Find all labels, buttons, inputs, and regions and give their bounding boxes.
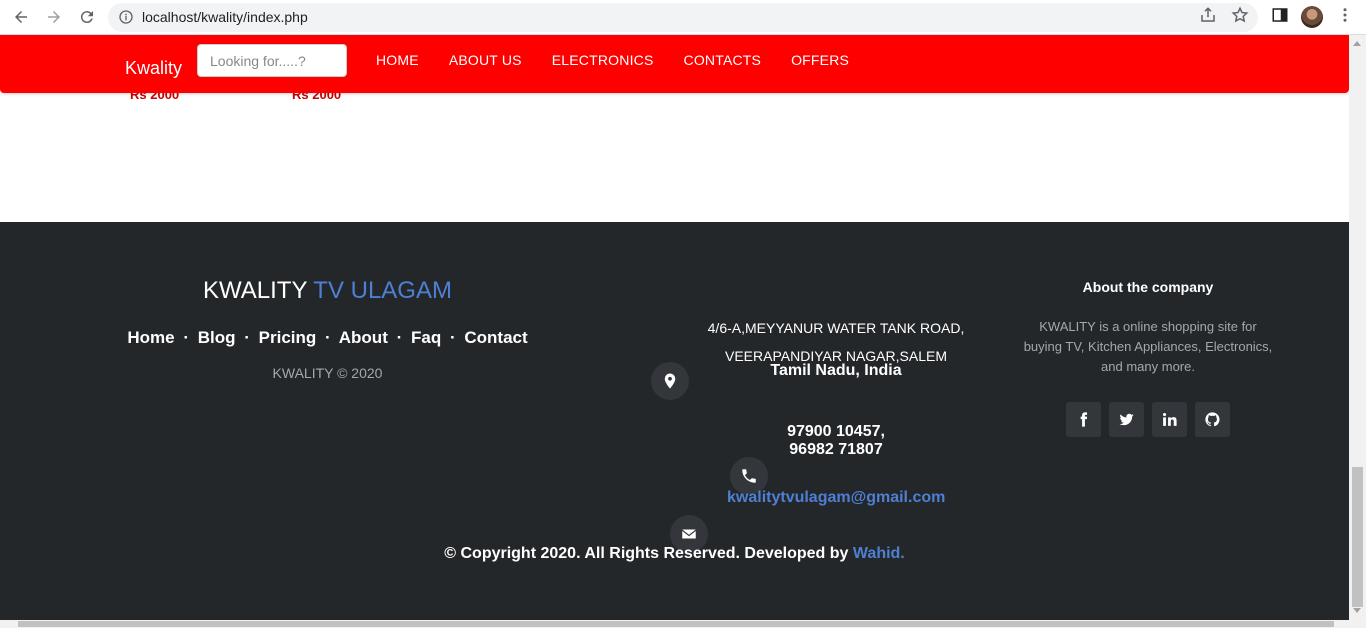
menu-kebab-icon[interactable] [1336, 6, 1354, 24]
side-panel-icon[interactable] [1271, 6, 1289, 24]
address-region: Tamil Nadu, India [770, 362, 902, 379]
address-line-1: 4/6-A,MEYYANUR WATER TANK ROAD, [707, 320, 965, 336]
footer-link-pricing[interactable]: Pricing [259, 328, 317, 347]
share-icon[interactable] [1199, 6, 1217, 24]
about-text: KWALITY is a online shopping site for bu… [1023, 319, 1273, 374]
nav-menu: HOME ABOUT US ELECTRONICS CONTACTS OFFER… [376, 52, 879, 68]
footer-link-home[interactable]: Home [127, 328, 174, 347]
navbar-brand[interactable]: Kwality [125, 58, 182, 79]
footer-brand: KWALITY TV ULAGAM [0, 277, 655, 305]
address-bar[interactable]: localhost/kwality/index.php [108, 3, 1258, 32]
footer-links: Home · Blog · Pricing · About · Faq · Co… [0, 328, 655, 348]
link-separator: · [325, 328, 331, 347]
map-marker-icon [651, 362, 689, 400]
footer-link-faq[interactable]: Faq [411, 328, 441, 347]
browser-toolbar: localhost/kwality/index.php [0, 0, 1366, 35]
forward-icon[interactable] [42, 6, 66, 28]
nav-about-us[interactable]: ABOUT US [449, 52, 522, 68]
link-separator: · [449, 328, 456, 347]
phone-number-2: 96982 71807 [789, 441, 883, 458]
scroll-up-arrow-icon[interactable] [1353, 41, 1361, 46]
site-copyright: © Copyright 2020. All Rights Reserved. D… [0, 545, 1349, 563]
url-text[interactable]: localhost/kwality/index.php [142, 9, 308, 25]
horizontal-scrollbar[interactable] [0, 620, 1366, 628]
back-icon[interactable] [9, 6, 33, 28]
scroll-down-arrow-icon[interactable] [1353, 608, 1361, 613]
profile-avatar[interactable] [1301, 6, 1323, 28]
nav-offers[interactable]: OFFERS [791, 52, 849, 68]
nav-home[interactable]: HOME [376, 52, 419, 68]
footer-brand-accent: TV ULAGAM [313, 277, 452, 304]
about-title: About the company [1082, 279, 1214, 295]
copyright-text: © Copyright 2020. All Rights Reserved. D… [444, 545, 849, 562]
main-navbar: Kwality HOME ABOUT US ELECTRONICS CONTAC… [0, 35, 1349, 93]
phone-numbers: 97900 10457, 96982 71807 [776, 423, 896, 459]
vertical-scrollbar[interactable] [1349, 35, 1366, 620]
site-info-icon[interactable] [118, 9, 134, 25]
developer-link[interactable]: Wahid. [853, 545, 905, 562]
link-separator: · [396, 328, 403, 347]
footer-link-contact[interactable]: Contact [464, 328, 527, 347]
bookmark-star-icon[interactable] [1231, 6, 1249, 24]
facebook-icon[interactable] [1066, 402, 1101, 437]
nav-electronics[interactable]: ELECTRONICS [552, 52, 654, 68]
twitter-icon[interactable] [1109, 402, 1144, 437]
nav-contacts[interactable]: CONTACTS [684, 52, 762, 68]
social-links [1066, 402, 1238, 437]
page-viewport: Rs 2000 Rs 2000 Kwality HOME ABOUT US EL… [0, 35, 1349, 620]
vertical-scroll-thumb[interactable] [1352, 467, 1363, 607]
search-input[interactable] [197, 44, 347, 77]
footer-copyright-small: KWALITY © 2020 [272, 365, 383, 381]
footer-brand-main: KWALITY [203, 277, 308, 304]
reload-icon[interactable] [75, 6, 99, 28]
footer-link-blog[interactable]: Blog [198, 328, 236, 347]
link-separator: · [183, 328, 189, 347]
horizontal-scroll-thumb[interactable] [18, 621, 1334, 627]
github-icon[interactable] [1195, 402, 1230, 437]
link-separator: · [244, 328, 250, 347]
phone-number-1: 97900 10457, [787, 423, 885, 440]
footer-link-about[interactable]: About [339, 328, 388, 347]
linkedin-icon[interactable] [1152, 402, 1187, 437]
email-link[interactable]: kwalitytvulagam@gmail.com [727, 489, 945, 507]
site-footer: KWALITY TV ULAGAM Home · Blog · Pricing … [0, 222, 1349, 620]
